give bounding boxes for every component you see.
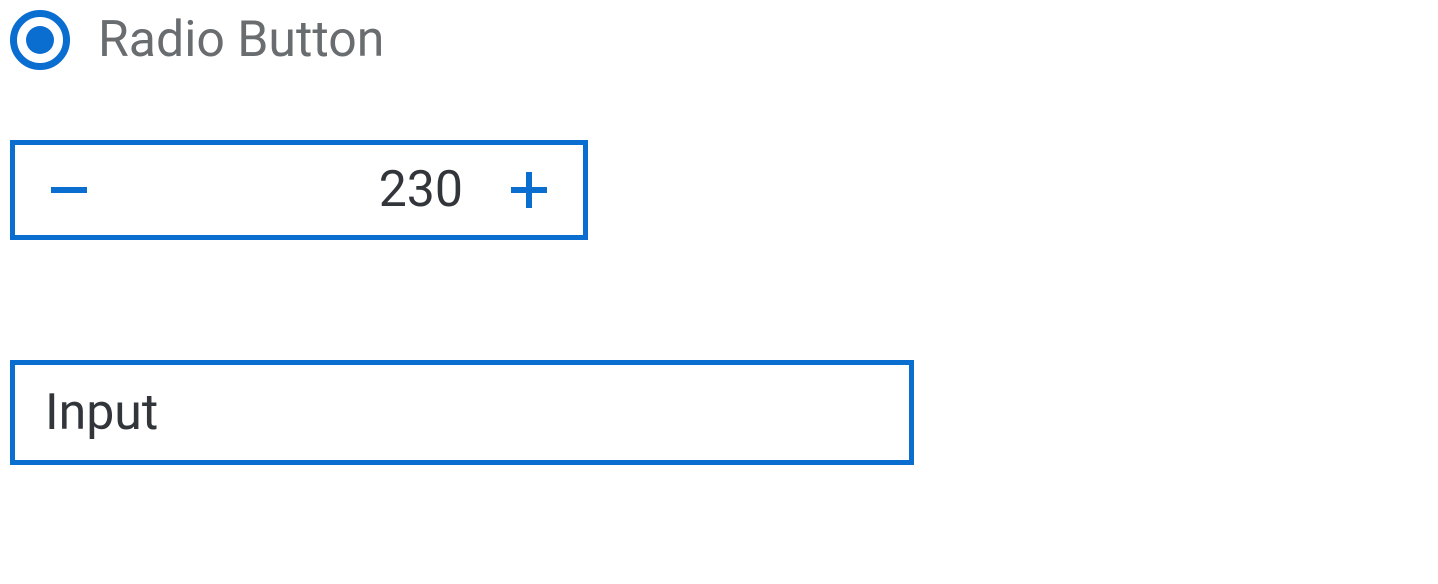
stepper-decrement-button[interactable] bbox=[15, 145, 123, 235]
radio-button[interactable] bbox=[10, 10, 70, 70]
text-input[interactable] bbox=[10, 360, 914, 465]
quantity-stepper bbox=[10, 140, 588, 240]
radio-button-label: Radio Button bbox=[98, 15, 384, 65]
stepper-increment-button[interactable] bbox=[475, 145, 583, 235]
radio-button-row: Radio Button bbox=[10, 10, 1428, 70]
stepper-value-wrap bbox=[123, 145, 475, 235]
plus-icon bbox=[507, 168, 551, 212]
radio-button-dot bbox=[26, 26, 54, 54]
minus-icon bbox=[47, 168, 91, 212]
stepper-value-input[interactable] bbox=[123, 161, 463, 219]
